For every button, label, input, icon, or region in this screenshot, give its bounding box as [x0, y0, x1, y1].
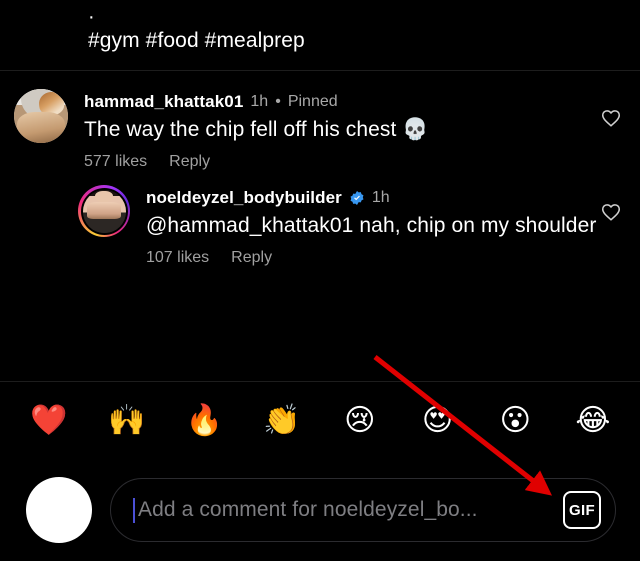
comment-body: hammad_khattak01 1h • Pinned The way the… — [68, 89, 626, 171]
avatar[interactable] — [14, 89, 68, 143]
reply-button[interactable]: Reply — [169, 153, 210, 171]
post-caption: · #gym #food #mealprep — [0, 0, 640, 70]
comment-meta: hammad_khattak01 1h • Pinned — [84, 91, 626, 113]
avatar-image — [82, 189, 126, 233]
fire-emoji[interactable]: 🔥 — [183, 406, 225, 436]
comment-input-field[interactable]: Add a comment for noeldeyzel_bo... GIF — [110, 478, 616, 542]
comments-list: hammad_khattak01 1h • Pinned The way the… — [0, 71, 640, 271]
comment-username[interactable]: noeldeyzel_bodybuilder — [146, 187, 342, 209]
meta-separator-dot: • — [275, 93, 281, 110]
emoji-bar-divider — [0, 381, 640, 382]
avatar-artwork — [14, 89, 68, 143]
reply-button[interactable]: Reply — [231, 249, 272, 267]
comment-username[interactable]: hammad_khattak01 — [84, 91, 243, 113]
avatar[interactable] — [78, 185, 130, 237]
comment-composer: Add a comment for noeldeyzel_bo... GIF — [0, 471, 640, 561]
comment-text: The way the chip fell off his chest 💀 — [84, 118, 429, 141]
current-user-avatar[interactable] — [26, 477, 92, 543]
comment-meta: noeldeyzel_bodybuilder 1h — [146, 187, 626, 209]
gif-button[interactable]: GIF — [563, 491, 601, 529]
clap-emoji[interactable]: 👏 — [261, 406, 303, 436]
joy-emoji[interactable]: 😂 — [572, 406, 614, 436]
likes-count[interactable]: 107 likes — [146, 249, 209, 267]
heart-emoji[interactable]: ❤️ — [28, 406, 70, 436]
instagram-comments-screen: · #gym #food #mealprep hammad_khattak01 … — [0, 0, 640, 561]
comment-actions: 577 likes Reply — [84, 153, 626, 171]
avatar-image — [14, 89, 68, 143]
caption-dot-line: · — [88, 6, 95, 28]
comment-text: @hammad_khattak01 nah, chip on my should… — [146, 214, 597, 237]
comment-timestamp: 1h — [371, 189, 390, 206]
comment-actions: 107 likes Reply — [146, 249, 626, 267]
comment-timestamp: 1h — [250, 93, 269, 110]
emoji-quick-bar: ❤️ 🙌 🔥 👏 😢 😍 😮 😂 — [0, 390, 640, 452]
text-caret — [133, 497, 135, 523]
story-ring[interactable] — [78, 185, 130, 237]
comment-input-placeholder: Add a comment for noeldeyzel_bo... — [138, 498, 478, 521]
caption-hashtags[interactable]: #gym #food #mealprep — [88, 26, 640, 56]
avatar-artwork — [82, 189, 126, 233]
heart-eyes-emoji[interactable]: 😍 — [417, 406, 459, 436]
surprised-face-emoji[interactable]: 😮 — [494, 406, 536, 436]
comment-item[interactable]: hammad_khattak01 1h • Pinned The way the… — [0, 79, 640, 175]
pinned-badge: Pinned — [287, 93, 338, 110]
verified-badge-icon — [349, 190, 365, 206]
heart-icon[interactable] — [600, 201, 622, 223]
likes-count[interactable]: 577 likes — [84, 153, 147, 171]
raising-hands-emoji[interactable]: 🙌 — [106, 406, 148, 436]
crying-face-emoji[interactable]: 😢 — [339, 406, 381, 436]
comment-item[interactable]: noeldeyzel_bodybuilder 1h @hammad_khatta… — [0, 175, 640, 271]
heart-icon[interactable] — [600, 107, 622, 129]
comment-body: noeldeyzel_bodybuilder 1h @hammad_khatta… — [130, 185, 626, 267]
story-ring-inner — [80, 187, 128, 235]
